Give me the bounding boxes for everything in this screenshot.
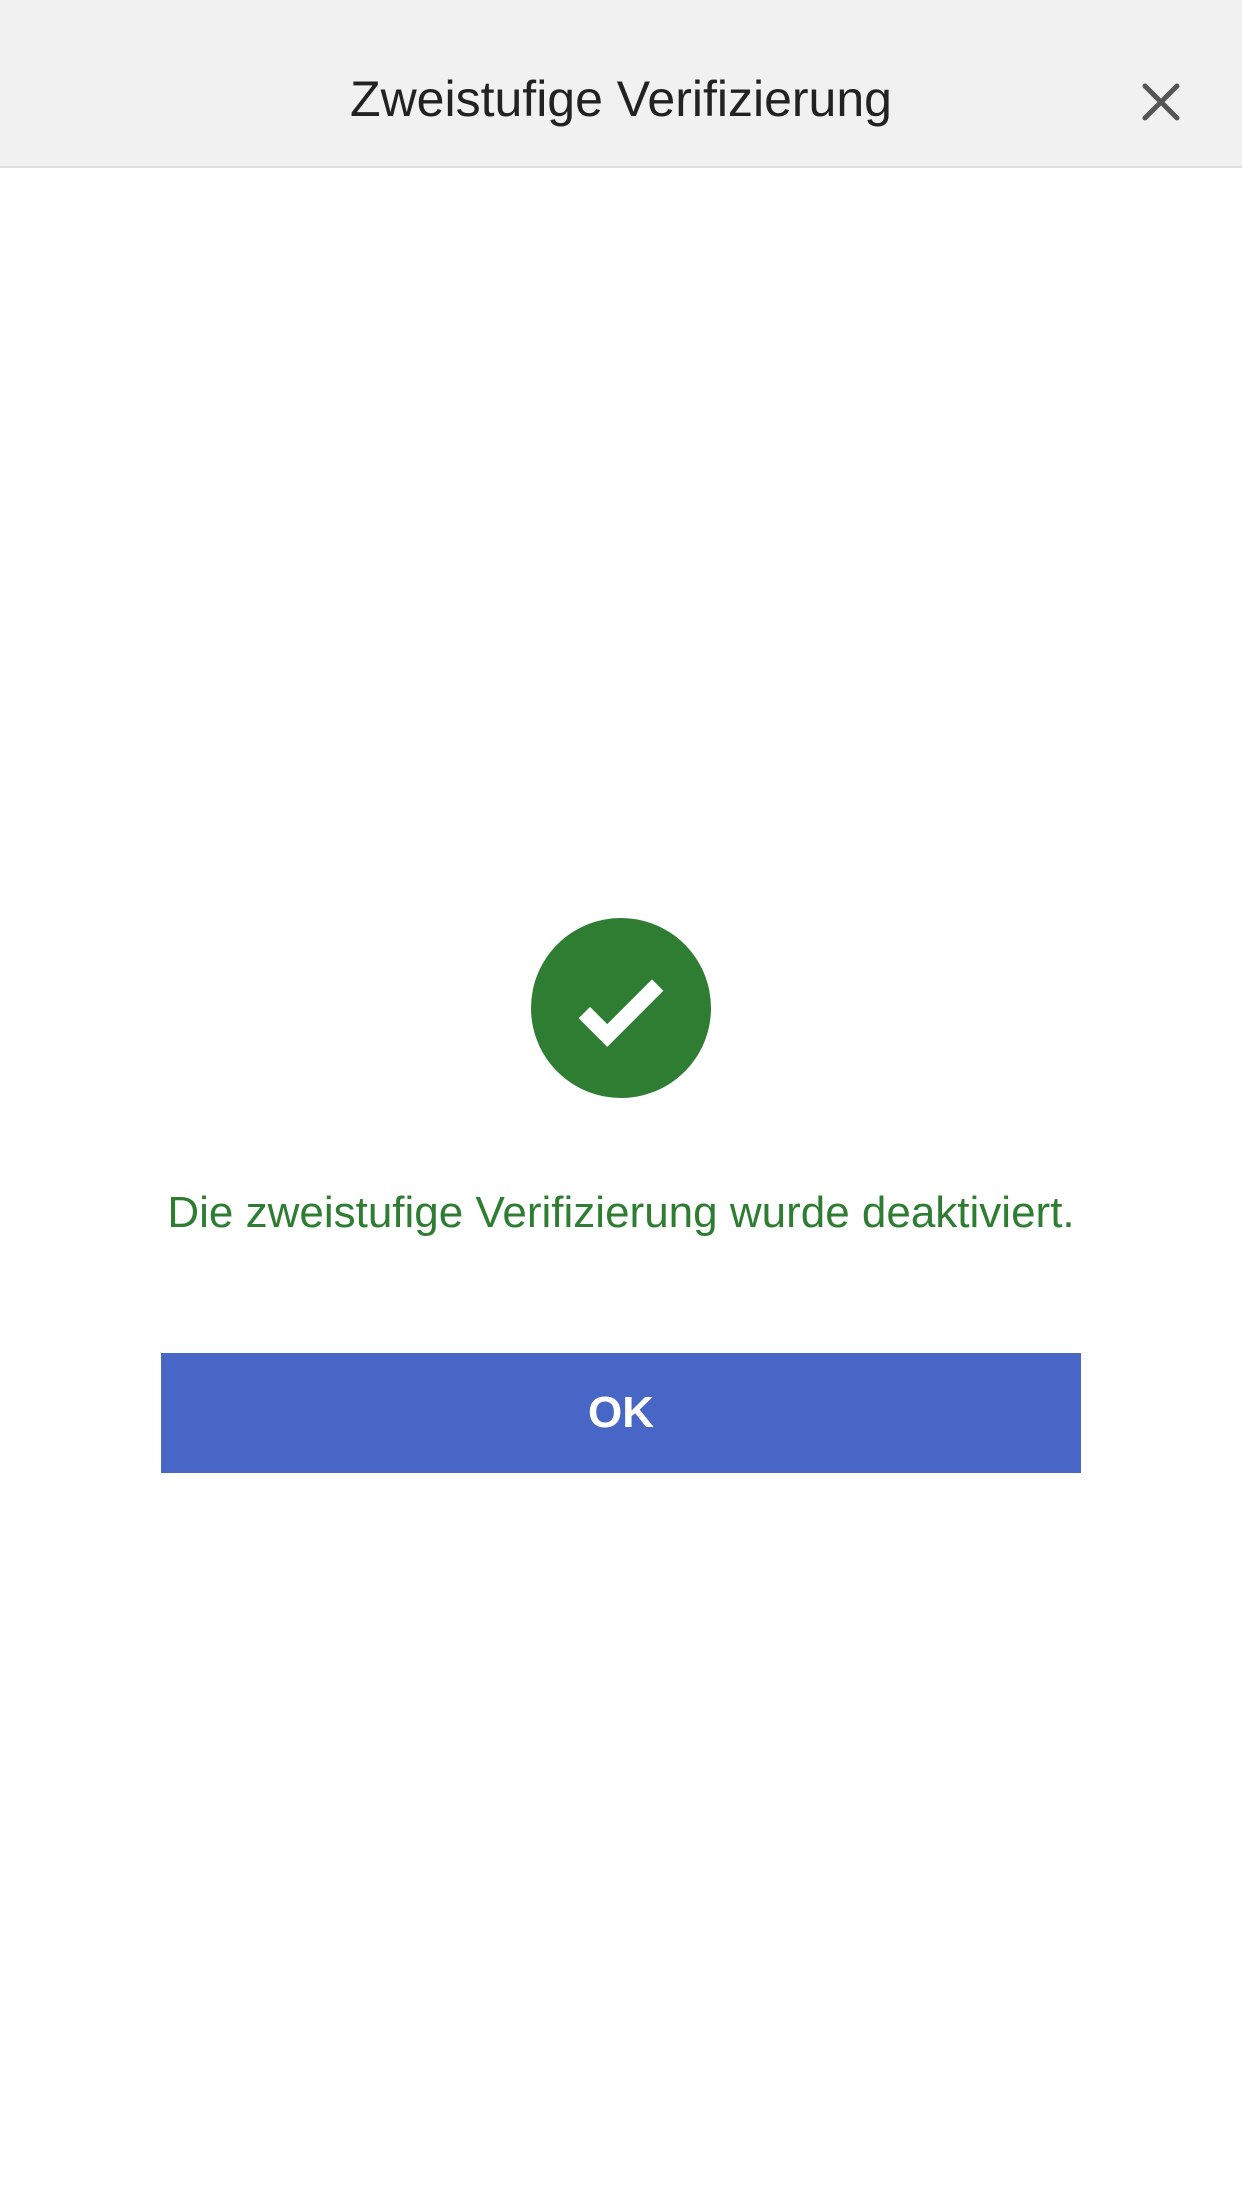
ok-button[interactable]: OK (161, 1353, 1081, 1473)
status-message: Die zweistufige Verifizierung wurde deak… (167, 1188, 1074, 1238)
modal-title: Zweistufige Verifizierung (350, 70, 892, 128)
close-icon (1137, 78, 1185, 126)
modal-header: Zweistufige Verifizierung (0, 0, 1242, 168)
close-button[interactable] (1135, 76, 1187, 128)
success-indicator (531, 918, 711, 1098)
checkmark-icon (566, 953, 676, 1063)
modal-content: Die zweistufige Verifizierung wurde deak… (0, 168, 1242, 1473)
